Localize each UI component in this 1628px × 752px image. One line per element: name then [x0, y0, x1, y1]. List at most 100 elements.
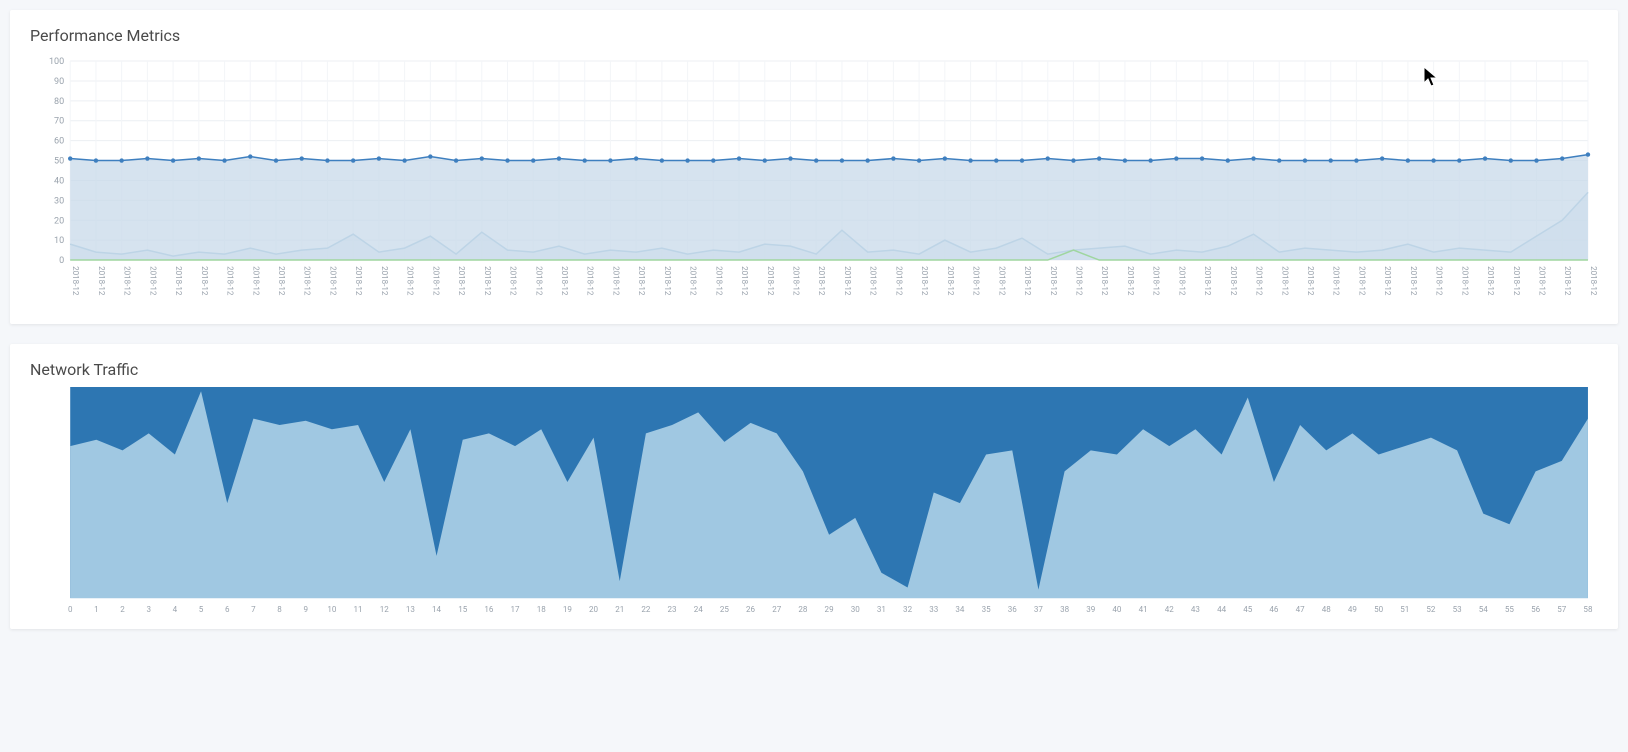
- svg-text:2018-12: 2018-12: [1460, 266, 1469, 296]
- svg-text:2018-12: 2018-12: [766, 266, 775, 296]
- svg-text:46: 46: [1269, 605, 1279, 614]
- svg-text:2018-12: 2018-12: [1306, 266, 1315, 296]
- svg-text:13: 13: [406, 605, 415, 614]
- svg-text:6: 6: [225, 605, 230, 614]
- svg-text:2018-12: 2018-12: [226, 266, 235, 296]
- svg-text:2018-12: 2018-12: [560, 266, 569, 296]
- svg-text:30: 30: [54, 196, 64, 206]
- svg-text:2018-12: 2018-12: [792, 266, 801, 296]
- svg-text:2: 2: [120, 605, 125, 614]
- svg-text:2018-12: 2018-12: [997, 266, 1006, 296]
- svg-text:2018-12: 2018-12: [1538, 266, 1547, 296]
- svg-text:2018-12: 2018-12: [843, 266, 852, 296]
- svg-text:40: 40: [1112, 605, 1122, 614]
- svg-text:2018-12: 2018-12: [1512, 266, 1521, 296]
- svg-text:34: 34: [955, 605, 965, 614]
- svg-text:11: 11: [354, 605, 363, 614]
- svg-text:2018-12: 2018-12: [1100, 266, 1109, 296]
- svg-text:23: 23: [668, 605, 677, 614]
- svg-text:2018-12: 2018-12: [1280, 266, 1289, 296]
- svg-text:2018-12: 2018-12: [380, 266, 389, 296]
- svg-text:2018-12: 2018-12: [509, 266, 518, 296]
- svg-text:2018-12: 2018-12: [1486, 266, 1495, 296]
- svg-text:51: 51: [1400, 605, 1409, 614]
- svg-text:2018-12: 2018-12: [946, 266, 955, 296]
- svg-text:2018-12: 2018-12: [1563, 266, 1572, 296]
- svg-text:100: 100: [49, 57, 64, 67]
- performance-chart[interactable]: 01020304050607080901002018-122018-122018…: [30, 53, 1598, 314]
- svg-text:44: 44: [1217, 605, 1227, 614]
- svg-text:41: 41: [1139, 605, 1148, 614]
- svg-text:0: 0: [59, 256, 64, 266]
- svg-text:2018-12: 2018-12: [1357, 266, 1366, 296]
- svg-text:2018-12: 2018-12: [328, 266, 337, 296]
- svg-text:2018-12: 2018-12: [1126, 266, 1135, 296]
- performance-metrics-panel: Performance Metrics 01020304050607080901…: [10, 10, 1618, 324]
- svg-text:2018-12: 2018-12: [97, 266, 106, 296]
- svg-text:2018-12: 2018-12: [354, 266, 363, 296]
- svg-text:33: 33: [929, 605, 938, 614]
- svg-text:38: 38: [1060, 605, 1070, 614]
- svg-text:2018-12: 2018-12: [1203, 266, 1212, 296]
- svg-text:47: 47: [1296, 605, 1306, 614]
- svg-text:4: 4: [173, 605, 178, 614]
- svg-text:52: 52: [1426, 605, 1436, 614]
- svg-text:9: 9: [303, 605, 308, 614]
- svg-text:2018-12: 2018-12: [148, 266, 157, 296]
- svg-text:39: 39: [1086, 605, 1095, 614]
- svg-text:2018-12: 2018-12: [174, 266, 183, 296]
- svg-text:70: 70: [54, 117, 64, 127]
- svg-text:57: 57: [1557, 605, 1567, 614]
- network-traffic-panel: Network Traffic 012345678910111213141516…: [10, 344, 1618, 628]
- svg-text:2018-12: 2018-12: [1589, 266, 1598, 296]
- svg-text:2018-12: 2018-12: [277, 266, 286, 296]
- svg-text:2018-12: 2018-12: [534, 266, 543, 296]
- svg-text:43: 43: [1191, 605, 1200, 614]
- svg-text:2018-12: 2018-12: [1383, 266, 1392, 296]
- svg-text:55: 55: [1505, 605, 1515, 614]
- svg-text:2018-12: 2018-12: [972, 266, 981, 296]
- svg-text:15: 15: [458, 605, 468, 614]
- svg-text:24: 24: [694, 605, 704, 614]
- svg-text:20: 20: [54, 216, 64, 226]
- svg-text:3: 3: [146, 605, 151, 614]
- svg-text:10: 10: [327, 605, 337, 614]
- network-chart[interactable]: 0123456789101112131415161718192021222324…: [30, 387, 1598, 618]
- svg-text:2018-12: 2018-12: [1074, 266, 1083, 296]
- svg-text:2018-12: 2018-12: [71, 266, 80, 296]
- svg-text:2018-12: 2018-12: [1229, 266, 1238, 296]
- svg-text:2018-12: 2018-12: [1409, 266, 1418, 296]
- svg-text:54: 54: [1479, 605, 1489, 614]
- svg-text:42: 42: [1165, 605, 1175, 614]
- svg-text:2018-12: 2018-12: [663, 266, 672, 296]
- svg-text:2018-12: 2018-12: [1049, 266, 1058, 296]
- svg-text:27: 27: [772, 605, 782, 614]
- svg-text:2018-12: 2018-12: [251, 266, 260, 296]
- svg-text:31: 31: [877, 605, 886, 614]
- svg-text:2018-12: 2018-12: [714, 266, 723, 296]
- svg-text:29: 29: [825, 605, 834, 614]
- svg-text:2018-12: 2018-12: [1023, 266, 1032, 296]
- svg-text:2018-12: 2018-12: [894, 266, 903, 296]
- svg-text:17: 17: [511, 605, 521, 614]
- svg-text:26: 26: [746, 605, 756, 614]
- svg-text:2018-12: 2018-12: [431, 266, 440, 296]
- svg-text:2018-12: 2018-12: [817, 266, 826, 296]
- svg-text:2018-12: 2018-12: [457, 266, 466, 296]
- svg-text:37: 37: [1034, 605, 1044, 614]
- svg-text:22: 22: [641, 605, 651, 614]
- svg-text:2018-12: 2018-12: [200, 266, 209, 296]
- performance-title: Performance Metrics: [30, 26, 1598, 45]
- svg-text:49: 49: [1348, 605, 1357, 614]
- svg-text:2018-12: 2018-12: [123, 266, 132, 296]
- svg-text:2018-12: 2018-12: [1152, 266, 1161, 296]
- svg-text:2018-12: 2018-12: [1255, 266, 1264, 296]
- svg-text:7: 7: [251, 605, 256, 614]
- svg-text:14: 14: [432, 605, 442, 614]
- svg-text:16: 16: [484, 605, 494, 614]
- svg-text:56: 56: [1531, 605, 1541, 614]
- svg-text:2018-12: 2018-12: [303, 266, 312, 296]
- svg-text:40: 40: [54, 176, 64, 186]
- svg-text:30: 30: [851, 605, 861, 614]
- svg-text:2018-12: 2018-12: [483, 266, 492, 296]
